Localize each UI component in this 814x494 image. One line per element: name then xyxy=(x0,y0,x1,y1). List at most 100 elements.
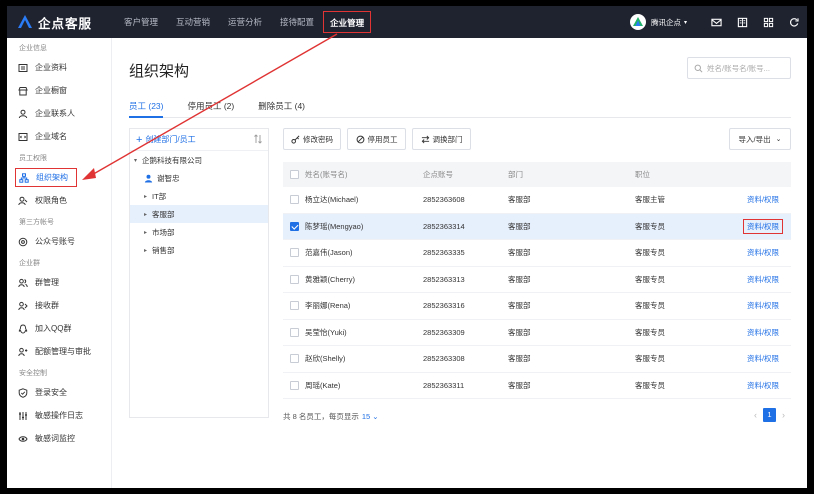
sidebar-item[interactable]: 组织架构 xyxy=(15,168,77,187)
sidebar-item[interactable]: 权限角色 xyxy=(7,189,111,212)
sidebar-item-label: 企业资料 xyxy=(35,63,67,72)
top-nav-item[interactable]: 互动营销 xyxy=(167,11,219,33)
profile-permission-link[interactable]: 资料/权限 xyxy=(735,380,791,391)
tree-root[interactable]: ▾ 企鹅科技有限公司 xyxy=(130,151,268,169)
sidebar-item[interactable]: 企业联系人 xyxy=(7,102,111,125)
table-row[interactable]: 吴莹怡(Yuki) 2852363309 客服部 客服专员 资料/权限 xyxy=(283,320,791,346)
staff-name: 范嘉伟(Jason) xyxy=(305,248,353,258)
move-department-button[interactable]: 调换部门 xyxy=(412,128,471,150)
row-checkbox[interactable] xyxy=(283,354,305,364)
profile-permission-label: 资料/权限 xyxy=(746,301,780,311)
tab-item[interactable]: 删除员工 (4) xyxy=(258,96,305,118)
row-checkbox[interactable] xyxy=(283,221,305,231)
add-dept-staff-button[interactable]: + 创建部门/员工 xyxy=(130,129,268,151)
sidebar-item-label: 登录安全 xyxy=(35,388,67,397)
table-row[interactable]: 杨立达(Michael) 2852363608 客服部 客服主管 资料/权限 xyxy=(283,187,791,214)
staff-dept: 客服部 xyxy=(508,380,531,390)
header-position: 职位 xyxy=(635,170,650,179)
profile-permission-label: 资料/权限 xyxy=(746,195,780,205)
top-nav-item[interactable]: 客户管理 xyxy=(115,11,167,33)
sidebar-item-label: 敏感词监控 xyxy=(35,434,75,443)
sidebar-item[interactable]: 敏感词监控 xyxy=(7,427,111,450)
sidebar-item[interactable]: 企业资料 xyxy=(7,56,111,79)
profile-permission-link[interactable]: 资料/权限 xyxy=(735,353,791,364)
top-nav-item[interactable]: 企业管理 xyxy=(323,11,372,33)
caret-right-icon[interactable]: ▸ xyxy=(144,247,152,254)
top-nav-item[interactable]: 运营分析 xyxy=(219,11,271,33)
profile-permission-link[interactable]: 资料/权限 xyxy=(735,247,791,258)
profile-permission-link[interactable]: 资料/权限 xyxy=(735,327,791,338)
logout-icon[interactable] xyxy=(781,6,807,38)
disable-staff-button[interactable]: 停用员工 xyxy=(347,128,406,150)
row-checkbox[interactable] xyxy=(283,195,305,205)
top-nav: 企点客服 客户管理 互动营销 运营分析 接待配置 企业管理 腾讯企点 ▾ xyxy=(7,6,807,38)
checkbox xyxy=(289,380,299,390)
tree-departments: ▸ IT部 ▸ 客服部 ▸ 市场部 ▸ 销售部 xyxy=(130,187,268,259)
sidebar-item[interactable]: 登录安全 xyxy=(7,381,111,404)
sidebar-item[interactable]: 配额管理与审批 xyxy=(7,340,111,363)
table-row[interactable]: 赵欣(Shelly) 2852363308 客服部 客服专员 资料/权限 xyxy=(283,346,791,373)
change-password-button[interactable]: 修改密码 xyxy=(283,128,341,150)
profile-permission-link[interactable]: 资料/权限 xyxy=(735,274,791,285)
logo-icon xyxy=(18,15,32,28)
table-row[interactable]: 黄雅颖(Cherry) 2852363313 客服部 客服专员 资料/权限 xyxy=(283,267,791,293)
top-nav-item[interactable]: 接待配置 xyxy=(271,11,323,33)
profile-permission-label: 资料/权限 xyxy=(742,218,784,234)
select-all-checkbox[interactable] xyxy=(283,170,305,179)
current-page[interactable]: 1 xyxy=(763,408,776,422)
role-icon xyxy=(17,195,28,206)
profile-permission-link[interactable]: 资料/权限 xyxy=(735,194,791,205)
profile-permission-link[interactable]: 资料/权限 xyxy=(735,300,791,311)
row-checkbox[interactable] xyxy=(283,327,305,337)
next-page-icon[interactable]: › xyxy=(782,410,785,420)
tree-department[interactable]: ▸ IT部 xyxy=(130,187,268,205)
sidebar-item[interactable]: 企业域名 xyxy=(7,125,111,148)
profile-permission-link[interactable]: 资料/权限 xyxy=(735,218,791,234)
row-checkbox[interactable] xyxy=(283,301,305,311)
page-size-select[interactable]: 15 ⌄ xyxy=(362,412,379,421)
org-switcher[interactable]: 腾讯企点 ▾ xyxy=(629,14,687,30)
table-row[interactable]: 范嘉伟(Jason) 2852363335 客服部 客服专员 资料/权限 xyxy=(283,240,791,267)
row-checkbox[interactable] xyxy=(283,274,305,284)
staff-position: 客服主管 xyxy=(635,195,665,205)
tree-person[interactable]: 谢智忠 xyxy=(130,169,268,187)
sort-icon[interactable] xyxy=(253,134,263,144)
logo[interactable]: 企点客服 xyxy=(17,13,109,32)
tab-item[interactable]: 员工 (23) xyxy=(129,96,164,118)
sidebar-item[interactable]: 加入QQ群 xyxy=(7,317,111,340)
book-icon[interactable] xyxy=(729,6,755,38)
table-row[interactable]: 李丽娜(Rena) 2852363316 客服部 客服专员 资料/权限 xyxy=(283,293,791,320)
table-row[interactable]: 周瑶(Kate) 2852363311 客服部 客服专员 资料/权限 xyxy=(283,373,791,399)
row-checkbox[interactable] xyxy=(283,248,305,258)
sidebar-item[interactable]: 接收群 xyxy=(7,294,111,317)
header-name: 姓名(账号名) xyxy=(305,170,348,179)
checkbox xyxy=(289,354,299,364)
sidebar-item[interactable]: 企业橱窗 xyxy=(7,79,111,102)
staff-position: 客服专员 xyxy=(635,327,665,337)
mail-icon[interactable] xyxy=(703,6,729,38)
caret-right-icon[interactable]: ▸ xyxy=(144,229,152,236)
staff-name: 周瑶(Kate) xyxy=(305,380,341,390)
shield-icon xyxy=(17,387,28,398)
table-row[interactable]: 陈梦瑶(Mengyao) 2852363314 客服部 客服专员 资料/权限 xyxy=(283,213,791,240)
sidebar-item[interactable]: 公众号账号 xyxy=(7,230,111,253)
staff-account: 2852363309 xyxy=(423,327,465,337)
caret-right-icon[interactable]: ▸ xyxy=(144,193,152,200)
caret-right-icon[interactable]: ▸ xyxy=(144,211,152,218)
tree-department[interactable]: ▸ 销售部 xyxy=(130,241,268,259)
tree-department[interactable]: ▸ 客服部 xyxy=(130,205,268,223)
import-export-button[interactable]: 导入/导出 ⌄ xyxy=(729,128,791,150)
main-content: 组织架构 姓名/账号名/账号... 员工 (23) 停用员工 (2) 删除员工 (4… xyxy=(113,38,807,488)
prev-page-icon[interactable]: ‹ xyxy=(754,410,757,420)
search-input[interactable]: 姓名/账号名/账号... xyxy=(687,57,791,79)
sidebar-item[interactable]: 敏感操作日志 xyxy=(7,404,111,427)
sidebar-item[interactable]: 群管理 xyxy=(7,271,111,294)
sidebar-item-label: 敏感操作日志 xyxy=(35,411,83,420)
tree-department[interactable]: ▸ 市场部 xyxy=(130,223,268,241)
apps-grid-icon[interactable] xyxy=(755,6,781,38)
staff-table: 姓名(账号名) 企点账号 部门 职位 杨立达(Michael) 285236360… xyxy=(283,162,791,399)
top-nav-items: 客户管理 互动营销 运营分析 接待配置 企业管理 xyxy=(115,6,372,38)
staff-position: 客服专员 xyxy=(635,248,665,258)
tab-item[interactable]: 停用员工 (2) xyxy=(187,96,234,118)
row-checkbox[interactable] xyxy=(283,380,305,390)
